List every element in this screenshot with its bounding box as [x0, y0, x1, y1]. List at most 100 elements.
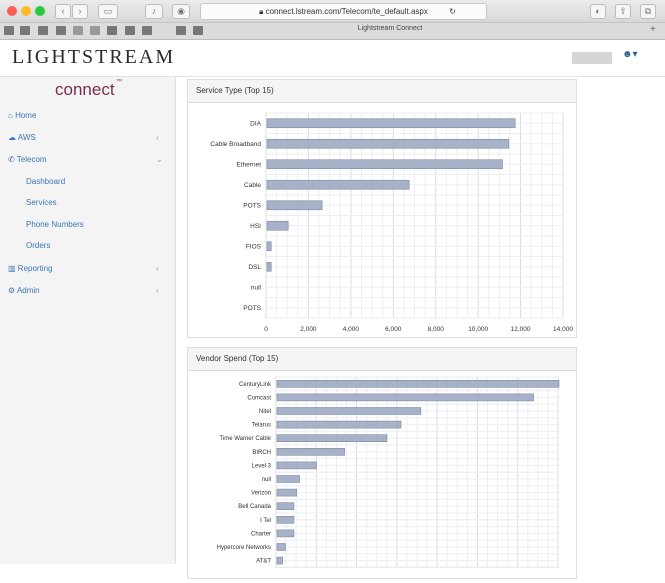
- bar[interactable]: [266, 261, 272, 272]
- tick-label: 10,000: [468, 326, 488, 333]
- bar[interactable]: [276, 420, 402, 429]
- tick-label: 4,000: [343, 326, 360, 333]
- home-icon: ⌂: [8, 111, 13, 120]
- bar[interactable]: [266, 179, 410, 190]
- bookmark-icon[interactable]: [125, 26, 135, 35]
- address-bar[interactable]: 🔒︎ connect.lstream.com/Telecom/te_defaul…: [200, 3, 487, 20]
- trademark-mark: ™: [116, 79, 122, 85]
- phone-icon: ✆: [8, 155, 15, 164]
- sidebar-item-telecom[interactable]: ✆ Telecom ⌄: [8, 155, 163, 164]
- bar[interactable]: [276, 516, 295, 524]
- user-menu-icon[interactable]: ☻▾: [622, 49, 638, 60]
- back-button[interactable]: ‹: [55, 4, 71, 19]
- chevron-down-icon: ⌄: [156, 155, 163, 164]
- chevron-left-icon: ‹: [156, 286, 159, 295]
- category-label: I Tel: [260, 518, 271, 524]
- category-label: CenturyLink: [239, 382, 272, 388]
- reload-icon[interactable]: ↻: [449, 4, 456, 19]
- bookmark-icon[interactable]: [193, 26, 203, 35]
- category-label: Telarus: [252, 423, 271, 429]
- browser-toolbar: ‹ › ▭ ♪ ◉ 🔒︎ connect.lstream.com/Telecom…: [0, 0, 665, 23]
- bookmark-icon[interactable]: [56, 26, 66, 35]
- sidebar-item-label: Telecom: [16, 155, 47, 164]
- minimize-window-button[interactable]: [21, 6, 31, 16]
- category-label: POTS: [243, 202, 261, 209]
- sidebar-item-admin[interactable]: ⚙ Admin ‹: [8, 286, 159, 295]
- tab-title[interactable]: Lightstream Connect: [300, 25, 480, 32]
- category-label: Nitel: [259, 409, 271, 415]
- sidebar-item-dashboard[interactable]: Dashboard: [26, 177, 65, 186]
- tick-label: 2,000: [300, 326, 317, 333]
- bar[interactable]: [276, 407, 422, 415]
- sidebar-item-services[interactable]: Services: [26, 198, 57, 207]
- new-tab-button[interactable]: +: [650, 24, 656, 35]
- sidebar-item-reporting[interactable]: ▥ Reporting ‹: [8, 264, 159, 273]
- username-box[interactable]: [572, 52, 612, 64]
- sidebar-item-label: Orders: [26, 241, 51, 250]
- main-content: Service Type (Top 15) DIA Cable Broadband…: [177, 77, 665, 579]
- sidebar: connect ™ ⌂ Home ☁ AWS ‹ ✆ Telecom ⌄ Das…: [0, 77, 176, 564]
- tick-label: 6,000: [385, 326, 402, 333]
- panel-title: Service Type (Top 15): [188, 80, 576, 103]
- bar[interactable]: [266, 200, 323, 211]
- bookmark-icon[interactable]: [73, 26, 83, 35]
- bar[interactable]: [266, 138, 510, 149]
- sidebar-item-label: Services: [26, 198, 57, 207]
- sidebar-item-orders[interactable]: Orders: [26, 241, 50, 250]
- cloud-icon: ☁: [8, 133, 16, 142]
- sidebar-item-home[interactable]: ⌂ Home: [8, 111, 36, 120]
- bar[interactable]: [276, 461, 317, 470]
- bar[interactable]: [266, 159, 503, 170]
- bar[interactable]: [276, 434, 388, 443]
- bookmark-icon[interactable]: [142, 26, 152, 35]
- sidebar-item-label: Dashboard: [26, 177, 66, 186]
- chevron-left-icon: ‹: [156, 264, 159, 273]
- close-window-button[interactable]: [7, 6, 17, 16]
- tick-label: 14,000: [553, 326, 573, 333]
- bookmark-icon[interactable]: [20, 26, 30, 35]
- sidebar-item-phone-numbers[interactable]: Phone Numbers: [26, 220, 84, 229]
- forward-button[interactable]: ›: [72, 4, 88, 19]
- lightstream-logo[interactable]: LIGHTSTREAM: [12, 46, 175, 69]
- sidebar-toggle-button[interactable]: ▭: [98, 4, 118, 19]
- category-label: Level 3: [252, 463, 272, 469]
- maximize-window-button[interactable]: [35, 6, 45, 16]
- sidebar-item-aws[interactable]: ☁ AWS ‹: [8, 133, 159, 142]
- bar[interactable]: [276, 543, 286, 551]
- bookmark-icon[interactable]: [38, 26, 48, 35]
- sidebar-item-label: Phone Numbers: [26, 220, 84, 229]
- category-label: Charter: [251, 531, 271, 537]
- bookmark-icon[interactable]: [176, 26, 186, 35]
- chart-icon: ▥: [8, 264, 16, 273]
- bookmark-icon[interactable]: [107, 26, 117, 35]
- service-type-chart: DIA Cable Broadband Ethernet Cable POTS HSI FI…: [210, 112, 573, 333]
- bar[interactable]: [276, 393, 534, 402]
- sidebar-item-label: Reporting: [17, 264, 53, 273]
- share-extension-icon[interactable]: ♪: [145, 4, 163, 19]
- bar[interactable]: [276, 488, 298, 497]
- bar[interactable]: [266, 118, 516, 129]
- download-icon[interactable]: ◐: [590, 4, 606, 19]
- bar[interactable]: [276, 475, 300, 483]
- share-icon[interactable]: ⇧: [615, 4, 631, 19]
- bar[interactable]: [266, 241, 272, 252]
- bar[interactable]: [276, 556, 283, 565]
- category-label: null: [251, 284, 262, 291]
- bar[interactable]: [276, 448, 345, 456]
- sidebar-item-label: Admin: [16, 286, 40, 295]
- category-label: DIA: [250, 120, 262, 127]
- category-label: Cable Broadband: [210, 141, 261, 148]
- category-label: Hypercore Networks: [217, 545, 271, 551]
- chevron-left-icon: ‹: [156, 133, 159, 142]
- bookmark-icon[interactable]: [4, 26, 14, 35]
- bookmark-icon[interactable]: [90, 26, 100, 35]
- tabs-icon[interactable]: ⧉: [640, 4, 656, 19]
- vendor-spend-chart: CenturyLink Comcast Nitel Telarus Time Warne…: [217, 376, 560, 568]
- bar[interactable]: [276, 529, 295, 538]
- privacy-icon[interactable]: ◉: [172, 4, 190, 19]
- category-label: Comcast: [247, 395, 271, 401]
- bar[interactable]: [276, 380, 560, 388]
- bar[interactable]: [276, 502, 295, 510]
- bar[interactable]: [266, 220, 289, 231]
- category-label: Bell Canada: [238, 504, 271, 510]
